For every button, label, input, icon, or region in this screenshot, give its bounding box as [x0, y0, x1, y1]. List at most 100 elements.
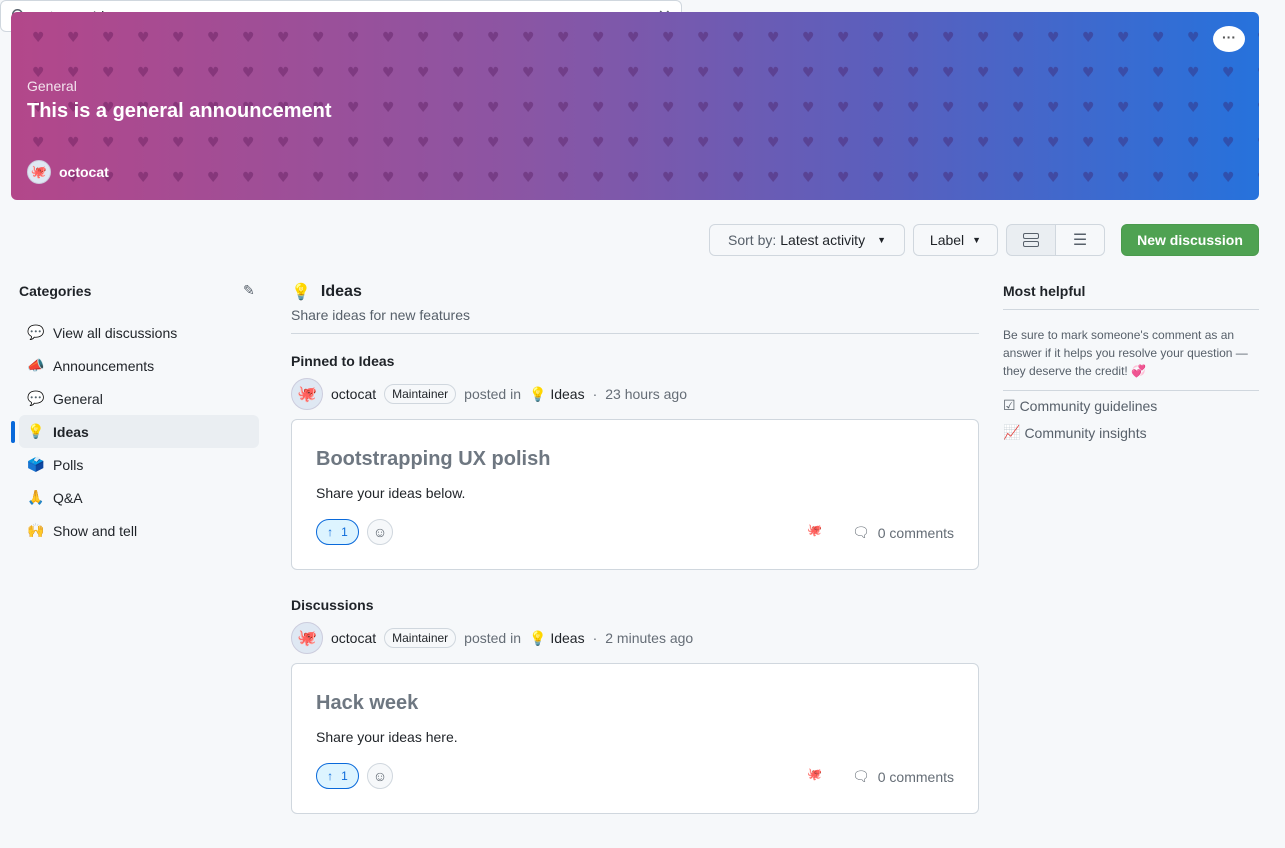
card-view-toggle[interactable]	[1006, 224, 1056, 256]
heart-icon: ♥	[1257, 65, 1259, 81]
upvote-button[interactable]: ↑ 1	[316, 519, 359, 545]
author-name: octocat	[59, 164, 109, 180]
heart-icon: ♥	[522, 135, 535, 151]
discussion-card[interactable]: Bootstrapping UX polish Share your ideas…	[291, 419, 979, 570]
heart-icon: ♥	[872, 30, 885, 46]
author-name[interactable]: octocat	[331, 386, 376, 402]
heart-icon: ♥	[767, 30, 780, 46]
heart-icon: ♥	[102, 30, 115, 46]
community-insights-text[interactable]: Community insights	[1024, 425, 1146, 441]
post-meta: 🐙 octocat Maintainer posted in 💡 Ideas ·…	[291, 378, 687, 410]
comments-count[interactable]: 🗨 0 comments	[852, 768, 954, 785]
pencil-icon[interactable]: ✎	[243, 282, 255, 299]
discussion-title[interactable]: Hack week	[316, 692, 418, 715]
category-title: Ideas	[320, 283, 362, 300]
heart-icon: ♥	[662, 135, 675, 151]
heart-icon: ♥	[382, 65, 395, 81]
sort-dropdown[interactable]: Sort by: Latest activity ▼	[709, 224, 905, 256]
banner-author[interactable]: 🐙 octocat	[27, 160, 109, 184]
heart-icon: ♥	[312, 65, 325, 81]
heart-icon: ♥	[1047, 135, 1060, 151]
discussions-heading: Discussions	[291, 597, 374, 613]
heart-icon: ♥	[697, 30, 710, 46]
heart-icon: ♥	[137, 170, 150, 186]
heart-icon: ♥	[172, 30, 185, 46]
label-dropdown[interactable]: Label ▼	[913, 224, 998, 256]
heart-icon: ♥	[872, 170, 885, 186]
avatar[interactable]: 🐙	[291, 378, 323, 410]
heart-icon: ♥	[452, 30, 465, 46]
discussion-title[interactable]: Bootstrapping UX polish	[316, 448, 550, 471]
category-link[interactable]: 💡 Ideas	[529, 630, 585, 647]
timestamp: 23 hours ago	[605, 386, 687, 402]
upvote-button[interactable]: ↑ 1	[316, 763, 359, 789]
sidebar-item[interactable]: 🙏 Q&A	[19, 481, 259, 514]
heart-icon: ♥	[557, 30, 570, 46]
sort-value: Latest activity	[780, 232, 866, 248]
comments-count[interactable]: 🗨 0 comments	[852, 524, 954, 541]
sidebar-item[interactable]: 💡 Ideas	[11, 415, 259, 448]
category-emoji-icon: 🙏	[27, 489, 45, 505]
heart-icon: ♥	[67, 135, 80, 151]
graph-icon: 📈	[1003, 424, 1021, 440]
list-view-toggle[interactable]: ☰	[1055, 224, 1105, 256]
heart-icon: ♥	[1082, 100, 1095, 116]
category-name: Ideas	[550, 629, 585, 646]
discussion-card[interactable]: Hack week Share your ideas here. ↑ 1 ☺ 🐙 …	[291, 663, 979, 814]
heart-icon: ♥	[137, 65, 150, 81]
heart-icon: ♥	[592, 65, 605, 81]
heart-icon: ♥	[1187, 170, 1200, 186]
new-discussion-button[interactable]: New discussion	[1121, 224, 1259, 256]
participant-avatar[interactable]: 🐙	[807, 767, 825, 785]
heart-icon: ♥	[1257, 100, 1259, 116]
category-emoji-icon: 📣	[27, 357, 45, 373]
heart-icon: ♥	[802, 135, 815, 151]
heart-icon: ♥	[732, 135, 745, 151]
participant-avatar[interactable]: 🐙	[807, 523, 825, 541]
banner-title[interactable]: This is a general announcement	[27, 100, 332, 123]
heart-icon: ♥	[452, 135, 465, 151]
sidebar-item[interactable]: 📣 Announcements	[19, 349, 259, 382]
heart-icon: ♥	[627, 30, 640, 46]
heart-icon: ♥	[1152, 100, 1165, 116]
sidebar-item[interactable]: 🙌 Show and tell	[19, 514, 259, 547]
community-insights-link[interactable]: 📈 Community insights	[1003, 424, 1259, 441]
heart-icon: ♥	[1222, 65, 1235, 81]
heart-icon: ♥	[1047, 65, 1060, 81]
heart-icon: ♥	[907, 30, 920, 46]
heart-icon: ♥	[417, 65, 430, 81]
sidebar-item[interactable]: 💬 General	[19, 382, 259, 415]
heart-icon: ♥	[67, 30, 80, 46]
heart-icon: ♥	[452, 170, 465, 186]
community-guidelines-text[interactable]: Community guidelines	[1020, 398, 1158, 414]
smiley-icon[interactable]: ☺	[367, 763, 393, 789]
heart-icon: ♥	[767, 100, 780, 116]
heart-icon: ♥	[942, 170, 955, 186]
heart-icon: ♥	[837, 100, 850, 116]
comment-icon: 🗨	[851, 524, 870, 540]
heart-icon: ♥	[592, 100, 605, 116]
heart-icon: ♥	[277, 30, 290, 46]
heart-icon: ♥	[1187, 135, 1200, 151]
sidebar-item-label: Announcements	[53, 357, 155, 374]
heart-icon: ♥	[417, 30, 430, 46]
community-guidelines-link[interactable]: ☑ Community guidelines	[1003, 397, 1259, 414]
avatar[interactable]: 🐙	[291, 622, 323, 654]
heart-icon: ♥	[207, 135, 220, 151]
heart-icon: ♥	[732, 100, 745, 116]
sidebar-item[interactable]: 🗳️ Polls	[19, 448, 259, 481]
heart-icon: ♥	[732, 30, 745, 46]
smiley-icon[interactable]: ☺	[367, 519, 393, 545]
heart-icon: ♥	[1152, 65, 1165, 81]
heart-icon: ♥	[487, 30, 500, 46]
heart-icon: ♥	[277, 65, 290, 81]
discussion-body: Share your ideas here.	[316, 729, 458, 745]
heart-icon: ♥	[417, 170, 430, 186]
author-name[interactable]: octocat	[331, 630, 376, 646]
sidebar-item[interactable]: 💬 View all discussions	[19, 316, 259, 349]
heart-icon: ♥	[1012, 135, 1025, 151]
heart-icon: ♥	[1082, 135, 1095, 151]
category-link[interactable]: 💡 Ideas	[529, 386, 585, 403]
heart-icon: ♥	[942, 30, 955, 46]
heart-icon: ♥	[662, 100, 675, 116]
